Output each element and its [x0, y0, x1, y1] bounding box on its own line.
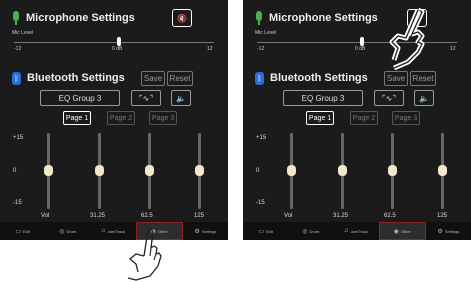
- tab-page-3[interactable]: Page 3: [392, 111, 420, 125]
- freq-label-125: 125: [437, 213, 448, 219]
- bluetooth-settings-title: Bluetooth Settings: [270, 72, 368, 84]
- pointing-hand-icon: [127, 227, 162, 281]
- freq-label-vol: Vol: [41, 213, 50, 219]
- nav-edit-label: Edit: [22, 228, 30, 234]
- mic-level-knob[interactable]: [117, 37, 121, 46]
- nav-edit[interactable]: ▭ Edit: [243, 222, 288, 240]
- freq-label-vol: Vol: [284, 213, 293, 219]
- reset-button[interactable]: Reset: [167, 71, 193, 86]
- eq-knob-31[interactable]: [338, 165, 347, 176]
- settings-gear-icon: ⚙: [437, 228, 443, 235]
- microphone-icon: [12, 11, 20, 25]
- edit-icon: ▭: [15, 228, 21, 235]
- save-button[interactable]: Save: [384, 71, 408, 86]
- bottom-nav: ▭ Edit ◎ Drum ♫ JamTrack ◉ Other ⚙ Settings: [0, 222, 228, 240]
- eq-group-select[interactable]: EQ Group 3: [40, 90, 120, 106]
- freq-label-62: 62.5: [384, 213, 396, 219]
- mic-scale-max: 12: [207, 46, 213, 52]
- db-label-plus15: +15: [256, 135, 267, 141]
- eq-knob-31[interactable]: [95, 165, 104, 176]
- eq-knob-vol[interactable]: [287, 165, 296, 176]
- drum-icon: ◎: [302, 228, 308, 235]
- eq-knob-125[interactable]: [438, 165, 447, 176]
- freq-label-31: 31.25: [333, 213, 349, 219]
- mute-button[interactable]: 🔇: [172, 9, 192, 27]
- freq-label-125: 125: [194, 213, 205, 219]
- edit-icon: ▭: [258, 228, 264, 235]
- microphone-icon: [255, 11, 263, 25]
- speaker-button[interactable]: 🔈: [414, 90, 434, 106]
- nav-jamtrack-label: JamTrack: [350, 228, 368, 234]
- db-label-minus15: -15: [13, 200, 22, 206]
- eq-curve-button[interactable]: ⌜∿⌝: [131, 90, 161, 106]
- settings-gear-icon: ⚙: [194, 228, 200, 235]
- mic-level-label: Mic Level: [255, 30, 277, 36]
- mic-settings-title: Microphone Settings: [269, 12, 378, 24]
- mic-scale-max: 12: [450, 46, 456, 52]
- nav-drum-label: Drum: [309, 228, 320, 234]
- wave-icon: ⌜∿⌝: [138, 93, 154, 103]
- jamtrack-icon: ♫: [344, 228, 349, 234]
- db-label-zero: 0: [256, 168, 260, 174]
- db-label-zero: 0: [13, 168, 17, 174]
- mic-level-track[interactable]: [14, 42, 214, 43]
- nav-jamtrack[interactable]: ♫ JamTrack: [333, 222, 378, 240]
- eq-knob-62[interactable]: [145, 165, 154, 176]
- drum-icon: ◎: [59, 228, 65, 235]
- mic-scale-min: -12: [257, 46, 265, 52]
- nav-other[interactable]: ◉ Other: [378, 222, 426, 240]
- mic-scale-mid: 0 dB: [355, 46, 366, 52]
- bluetooth-icon: ᛒ: [12, 71, 21, 85]
- nav-settings[interactable]: ⚙ Settings: [183, 222, 228, 240]
- save-button[interactable]: Save: [141, 71, 165, 86]
- jamtrack-icon: ♫: [101, 228, 106, 234]
- tab-page-3[interactable]: Page 3: [149, 111, 177, 125]
- mic-header: Microphone Settings: [12, 8, 135, 28]
- left-screen: Microphone Settings 🔇 Mic Level -12 0 dB…: [0, 0, 228, 240]
- bottom-nav: ▭ Edit ◎ Drum ♫ JamTrack ◉ Other ⚙ Settings: [243, 222, 471, 240]
- tab-page-1[interactable]: Page 1: [63, 111, 91, 125]
- reset-button[interactable]: Reset: [410, 71, 436, 86]
- freq-label-62: 62.5: [141, 213, 153, 219]
- tab-page-2[interactable]: Page 2: [350, 111, 378, 125]
- bluetooth-header: ᛒ Bluetooth Settings: [12, 70, 125, 86]
- bluetooth-icon: ᛒ: [255, 71, 264, 85]
- pointing-hand-icon: [389, 8, 425, 70]
- bluetooth-settings-title: Bluetooth Settings: [27, 72, 125, 84]
- right-screen: Microphone Settings 🔇 Mic Level -12 0 dB…: [243, 0, 471, 240]
- freq-label-31: 31.25: [90, 213, 106, 219]
- tab-page-2[interactable]: Page 2: [107, 111, 135, 125]
- mic-scale-mid: 0 dB: [112, 46, 123, 52]
- eq-group-select[interactable]: EQ Group 3: [283, 90, 363, 106]
- bluetooth-header: ᛒ Bluetooth Settings: [255, 70, 368, 86]
- tab-page-1[interactable]: Page 1: [306, 111, 334, 125]
- mic-header: Microphone Settings: [255, 8, 378, 28]
- db-label-plus15: +15: [13, 135, 24, 141]
- speaker-button[interactable]: 🔈: [171, 90, 191, 106]
- wave-icon: ⌜∿⌝: [381, 93, 397, 103]
- eq-curve-button[interactable]: ⌜∿⌝: [374, 90, 404, 106]
- nav-edit[interactable]: ▭ Edit: [0, 222, 45, 240]
- nav-drum[interactable]: ◎ Drum: [45, 222, 90, 240]
- nav-edit-label: Edit: [265, 228, 273, 234]
- mic-settings-title: Microphone Settings: [26, 12, 135, 24]
- speaker-icon: 🔈: [419, 93, 429, 103]
- speaker-mute-icon: 🔇: [177, 13, 187, 23]
- nav-settings[interactable]: ⚙ Settings: [426, 222, 471, 240]
- eq-knob-vol[interactable]: [44, 165, 53, 176]
- eq-knob-125[interactable]: [195, 165, 204, 176]
- db-label-minus15: -15: [256, 200, 265, 206]
- nav-drum[interactable]: ◎ Drum: [288, 222, 333, 240]
- nav-other-label: Other: [400, 228, 411, 234]
- speaker-icon: 🔈: [176, 93, 186, 103]
- nav-settings-label: Settings: [444, 228, 460, 234]
- mic-scale-min: -12: [14, 46, 22, 52]
- other-icon: ◉: [393, 228, 399, 235]
- eq-knob-62[interactable]: [388, 165, 397, 176]
- nav-settings-label: Settings: [201, 228, 217, 234]
- mic-level-knob[interactable]: [360, 37, 364, 46]
- mic-level-label: Mic Level: [12, 30, 34, 36]
- nav-drum-label: Drum: [66, 228, 77, 234]
